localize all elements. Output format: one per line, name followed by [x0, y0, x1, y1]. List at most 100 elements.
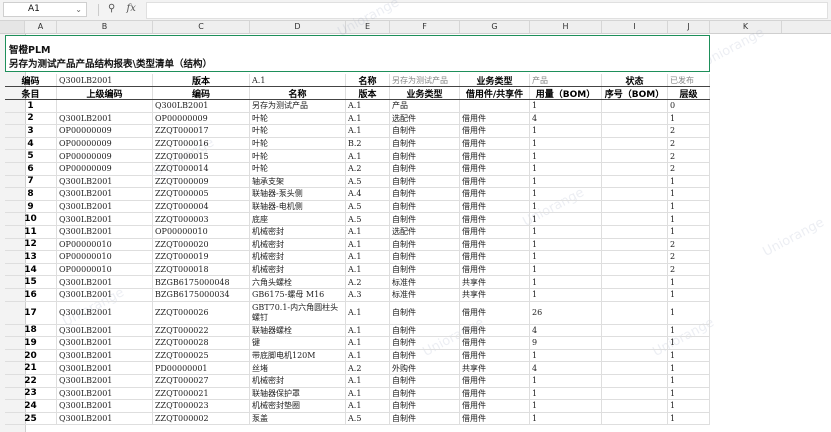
- cell-borrow-share[interactable]: 借用件: [460, 238, 530, 251]
- cell-parent-code[interactable]: OP00000010: [57, 251, 153, 263]
- cell-level[interactable]: 2: [668, 150, 710, 162]
- cell-qty-bom[interactable]: 1: [530, 200, 602, 213]
- cell-qty-bom[interactable]: 1: [530, 150, 602, 162]
- cell-seq-bom[interactable]: [602, 100, 668, 112]
- column-header-a[interactable]: A: [25, 21, 57, 33]
- cell-name[interactable]: 机械密封: [250, 238, 346, 251]
- cell-parent-code[interactable]: Q300LB2001: [57, 226, 153, 238]
- cell-level[interactable]: 1: [668, 289, 710, 301]
- cell-qty-bom[interactable]: 1: [530, 226, 602, 238]
- cell-qty-bom[interactable]: 1: [530, 276, 602, 288]
- header-version[interactable]: 版本: [346, 87, 390, 99]
- cell-borrow-share[interactable]: 借用件: [460, 226, 530, 238]
- cell-name[interactable]: 丝堵: [250, 362, 346, 374]
- cell-biz-type[interactable]: 自制件: [390, 412, 460, 425]
- header-level[interactable]: 层级: [668, 87, 710, 99]
- cell-version[interactable]: A.2: [346, 362, 390, 374]
- cell-borrow-share[interactable]: 借用件: [460, 112, 530, 125]
- cell-borrow-share[interactable]: 借用件: [460, 213, 530, 225]
- cell-code[interactable]: ZZQT000027: [153, 375, 250, 387]
- cell-biz-type[interactable]: 自制件: [390, 125, 460, 137]
- cell-qty-bom[interactable]: 26: [530, 301, 602, 324]
- cell-code[interactable]: ZZQT000023: [153, 400, 250, 412]
- cell-item-no[interactable]: 4: [5, 137, 57, 150]
- cell-level[interactable]: 2: [668, 125, 710, 137]
- type-value[interactable]: 产品: [530, 74, 602, 86]
- cell-seq-bom[interactable]: [602, 213, 668, 225]
- cell-code[interactable]: ZZQT000026: [153, 301, 250, 324]
- cell-qty-bom[interactable]: 1: [530, 125, 602, 137]
- cell-biz-type[interactable]: 自制件: [390, 200, 460, 213]
- cell-qty-bom[interactable]: 1: [530, 213, 602, 225]
- cell-qty-bom[interactable]: 4: [530, 324, 602, 337]
- cell-code[interactable]: ZZQT000018: [153, 263, 250, 276]
- cell-seq-bom[interactable]: [602, 375, 668, 387]
- cell-level[interactable]: 2: [668, 251, 710, 263]
- cell-borrow-share[interactable]: 借用件: [460, 188, 530, 200]
- cell-item-no[interactable]: 2: [5, 112, 57, 125]
- cell-borrow-share[interactable]: 借用件: [460, 375, 530, 387]
- cell-qty-bom[interactable]: 4: [530, 362, 602, 374]
- cell-name[interactable]: 叶轮: [250, 137, 346, 150]
- cell-item-no[interactable]: 1: [5, 100, 57, 112]
- cell-name[interactable]: 联轴器螺栓: [250, 324, 346, 337]
- formula-input[interactable]: [146, 2, 828, 19]
- cell-parent-code[interactable]: Q300LB2001: [57, 362, 153, 374]
- cell-version[interactable]: A.1: [346, 400, 390, 412]
- cell-name[interactable]: 六角头螺栓: [250, 276, 346, 288]
- cell-borrow-share[interactable]: 借用件: [460, 150, 530, 162]
- cell-name[interactable]: 联轴器-泵头侧: [250, 188, 346, 200]
- cell-qty-bom[interactable]: 1: [530, 289, 602, 301]
- cell-seq-bom[interactable]: [602, 188, 668, 200]
- cell-code[interactable]: Q300LB2001: [153, 100, 250, 112]
- cell-biz-type[interactable]: 自制件: [390, 213, 460, 225]
- cell-version[interactable]: A.1: [346, 112, 390, 125]
- cell-seq-bom[interactable]: [602, 226, 668, 238]
- cell-parent-code[interactable]: Q300LB2001: [57, 289, 153, 301]
- cell-level[interactable]: 1: [668, 362, 710, 374]
- cell-borrow-share[interactable]: 借用件: [460, 163, 530, 175]
- cell-name[interactable]: GB6175-螺母 M16: [250, 289, 346, 301]
- cell-parent-code[interactable]: Q300LB2001: [57, 188, 153, 200]
- cell-level[interactable]: 1: [668, 301, 710, 324]
- cell-qty-bom[interactable]: 1: [530, 375, 602, 387]
- cell-level[interactable]: 2: [668, 137, 710, 150]
- cell-qty-bom[interactable]: 1: [530, 412, 602, 425]
- cell-version[interactable]: A.4: [346, 188, 390, 200]
- cell-qty-bom[interactable]: 9: [530, 337, 602, 349]
- name-label[interactable]: 名称: [346, 74, 390, 86]
- cell-item-no[interactable]: 5: [5, 150, 57, 162]
- cell-seq-bom[interactable]: [602, 163, 668, 175]
- cell-level[interactable]: 1: [668, 188, 710, 200]
- cell-level[interactable]: 1: [668, 400, 710, 412]
- cell-code[interactable]: PD00000001: [153, 362, 250, 374]
- cell-item-no[interactable]: 12: [5, 238, 57, 251]
- cell-seq-bom[interactable]: [602, 125, 668, 137]
- cell-item-no[interactable]: 14: [5, 263, 57, 276]
- cell-parent-code[interactable]: Q300LB2001: [57, 400, 153, 412]
- cell-version[interactable]: A.3: [346, 289, 390, 301]
- cell-code[interactable]: ZZQT000020: [153, 238, 250, 251]
- cell-version[interactable]: A.1: [346, 375, 390, 387]
- cell-borrow-share[interactable]: 借用件: [460, 400, 530, 412]
- cell-parent-code[interactable]: OP00000010: [57, 263, 153, 276]
- cell-name[interactable]: 联轴器保护罩: [250, 387, 346, 400]
- cell-qty-bom[interactable]: 1: [530, 387, 602, 400]
- cell-item-no[interactable]: 16: [5, 289, 57, 301]
- cell-version[interactable]: A.5: [346, 175, 390, 188]
- cell-parent-code[interactable]: Q300LB2001: [57, 112, 153, 125]
- cell-item-no[interactable]: 9: [5, 200, 57, 213]
- cell-parent-code[interactable]: OP00000009: [57, 163, 153, 175]
- cell-seq-bom[interactable]: [602, 137, 668, 150]
- cell-version[interactable]: A.5: [346, 412, 390, 425]
- cell-version[interactable]: A.1: [346, 226, 390, 238]
- cell-item-no[interactable]: 13: [5, 251, 57, 263]
- cell-seq-bom[interactable]: [602, 400, 668, 412]
- cell-biz-type[interactable]: 自制件: [390, 324, 460, 337]
- cell-qty-bom[interactable]: 1: [530, 188, 602, 200]
- cell-parent-code[interactable]: Q300LB2001: [57, 175, 153, 188]
- cell-parent-code[interactable]: OP00000009: [57, 137, 153, 150]
- column-header-d[interactable]: D: [250, 21, 346, 33]
- cell-biz-type[interactable]: 自制件: [390, 375, 460, 387]
- cell-parent-code[interactable]: [57, 100, 153, 112]
